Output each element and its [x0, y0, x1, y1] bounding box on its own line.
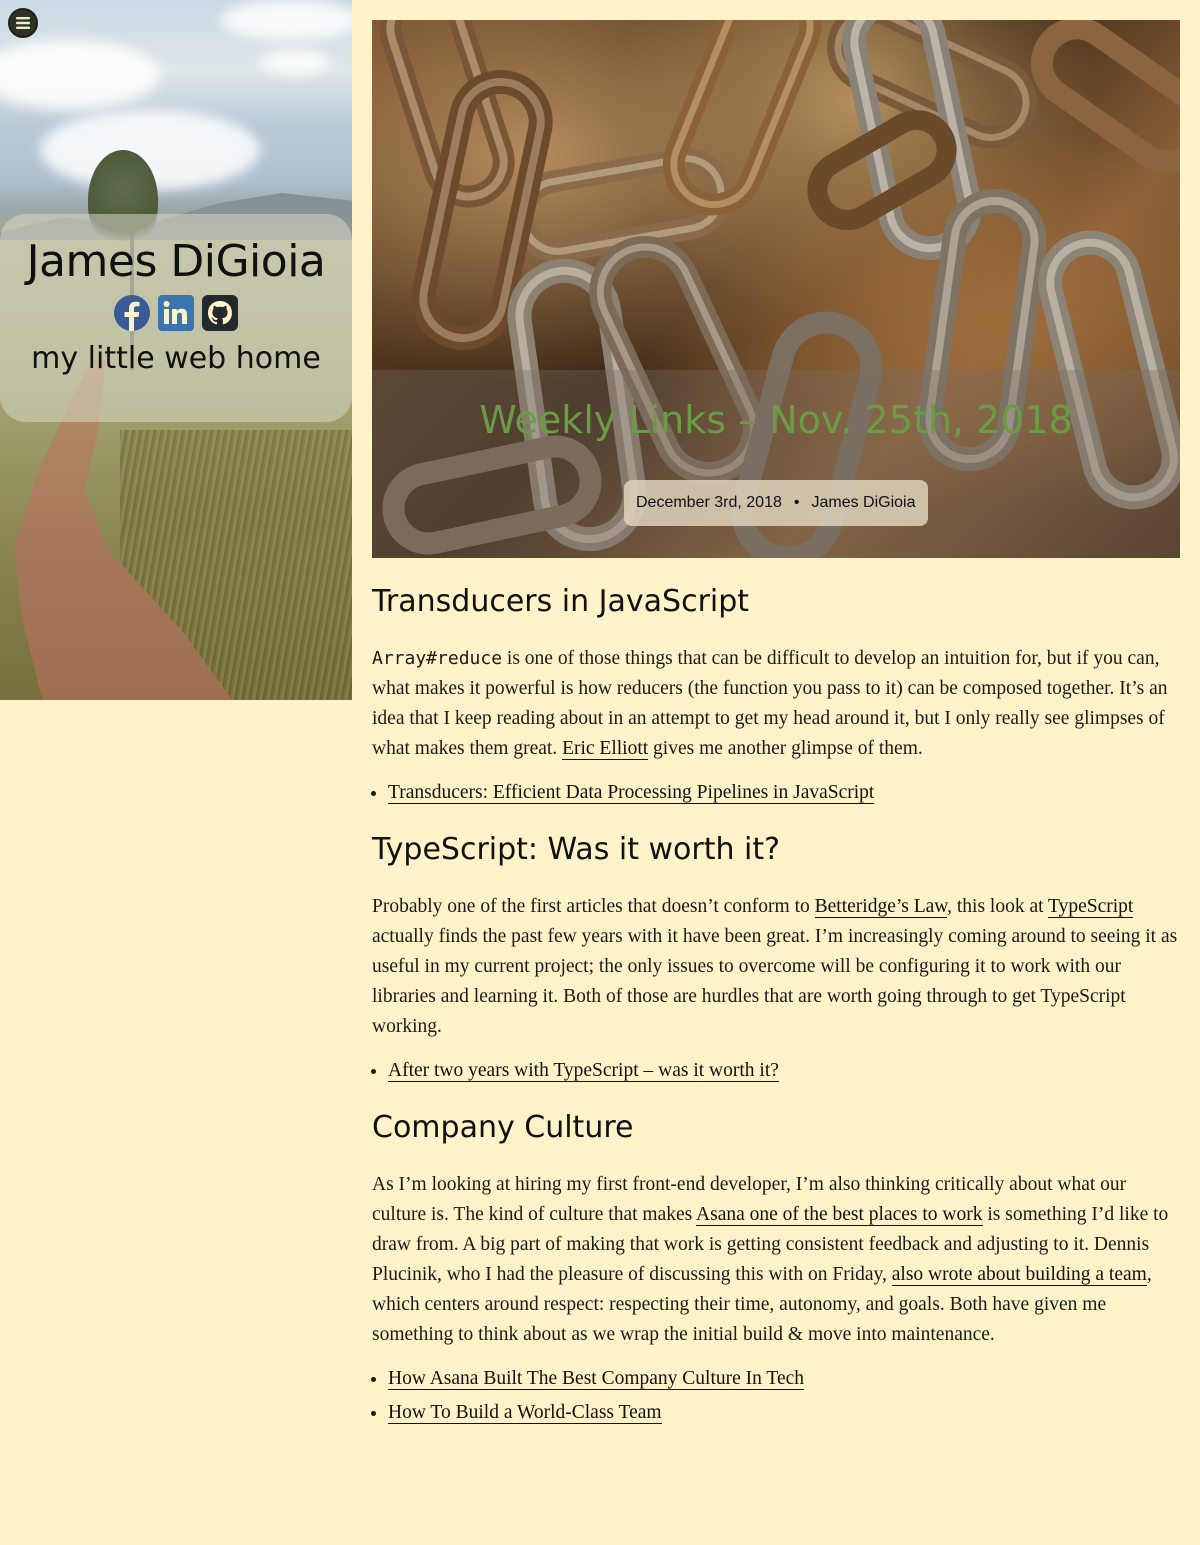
- section-heading: Transducers in JavaScript: [372, 584, 750, 619]
- section-paragraph: As I’m looking at hiring my first front-…: [372, 1170, 1180, 1350]
- sidebar: James DiGioia my little web home: [0, 0, 352, 700]
- section-company-culture: Company Culture As I’m looking at hiring…: [372, 1108, 1180, 1430]
- section-transducers: Transducers in JavaScript Array#reduce i…: [372, 582, 1180, 810]
- eric-elliott-link[interactable]: Eric Elliott: [562, 738, 649, 760]
- post-meta: December 3rd, 2018 • James DiGioia: [624, 480, 928, 526]
- section-heading: TypeScript: Was it worth it?: [372, 832, 781, 867]
- building-a-team-link[interactable]: also wrote about building a team: [891, 1264, 1147, 1286]
- paragraph-text: Probably one of the first articles that …: [372, 896, 815, 917]
- list-item: After two years with TypeScript – was it…: [388, 1054, 1180, 1088]
- link-list: After two years with TypeScript – was it…: [372, 1054, 1180, 1088]
- paragraph-text: gives me another glimpse of them.: [648, 738, 923, 759]
- section-paragraph: Array#reduce is one of those things that…: [372, 644, 1180, 764]
- hamburger-menu-icon[interactable]: [8, 8, 38, 38]
- link-list: Transducers: Efficient Data Processing P…: [372, 776, 1180, 810]
- cloud: [0, 40, 160, 110]
- asana-best-places-link[interactable]: Asana one of the best places to work: [696, 1204, 983, 1226]
- list-item: Transducers: Efficient Data Processing P…: [388, 776, 1180, 810]
- article-link[interactable]: After two years with TypeScript – was it…: [388, 1060, 779, 1082]
- post-title[interactable]: Weekly Links – Nov. 25th, 2018: [372, 398, 1180, 442]
- betteridges-law-link[interactable]: Betteridge’s Law: [814, 896, 948, 918]
- section-heading: Company Culture: [372, 1110, 634, 1145]
- linkedin-icon[interactable]: [158, 295, 194, 331]
- paragraph-text: actually finds the past few years with i…: [372, 926, 1178, 1037]
- cloud: [220, 0, 352, 40]
- social-links: [0, 293, 352, 333]
- site-name[interactable]: James DiGioia: [0, 236, 352, 287]
- link-list: How Asana Built The Best Company Culture…: [372, 1362, 1180, 1430]
- post-hero-image: Weekly Links – Nov. 25th, 2018 December …: [372, 20, 1180, 558]
- typescript-link[interactable]: TypeScript: [1048, 896, 1134, 918]
- site-tagline: my little web home: [31, 341, 321, 376]
- post-main: Weekly Links – Nov. 25th, 2018 December …: [372, 20, 1180, 1450]
- article-link[interactable]: How Asana Built The Best Company Culture…: [388, 1368, 805, 1390]
- github-icon[interactable]: [202, 295, 238, 331]
- facebook-icon[interactable]: [114, 295, 150, 331]
- meta-separator: •: [793, 494, 800, 511]
- identity-card: James DiGioia my little web home: [0, 214, 352, 422]
- article-link[interactable]: Transducers: Efficient Data Processing P…: [388, 782, 875, 804]
- section-typescript: TypeScript: Was it worth it? Probably on…: [372, 830, 1180, 1088]
- inline-code: Array#reduce: [372, 648, 503, 669]
- paragraph-text: , this look at: [947, 896, 1049, 917]
- list-item: How To Build a World-Class Team: [388, 1396, 1180, 1430]
- post-date: December 3rd, 2018: [636, 494, 782, 511]
- post-author[interactable]: James DiGioia: [811, 494, 915, 512]
- section-paragraph: Probably one of the first articles that …: [372, 892, 1180, 1042]
- post-body: Transducers in JavaScript Array#reduce i…: [372, 582, 1180, 1430]
- article-link[interactable]: How To Build a World-Class Team: [388, 1402, 662, 1424]
- cloud: [260, 50, 330, 75]
- list-item: How Asana Built The Best Company Culture…: [388, 1362, 1180, 1396]
